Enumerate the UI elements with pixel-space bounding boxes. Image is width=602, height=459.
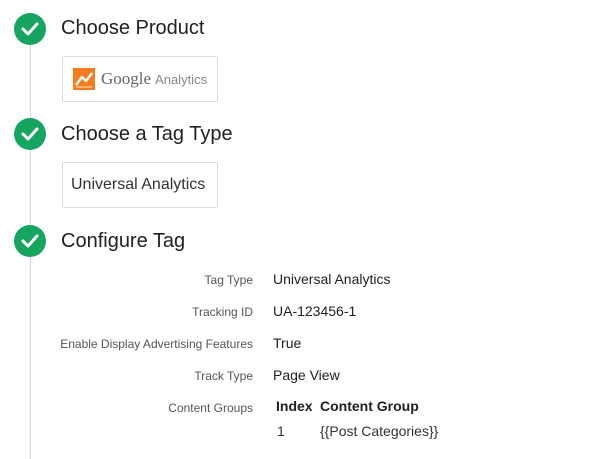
step-title[interactable]: Choose a Tag Type: [61, 123, 233, 146]
config-label: Track Type: [194, 369, 253, 383]
brand-name: Google: [101, 69, 152, 88]
config-row-tag-type: Tag Type Universal Analytics: [0, 271, 602, 291]
config-value: Universal Analytics: [273, 271, 391, 287]
config-row-display-advertising: Enable Display Advertising Features True: [0, 335, 602, 355]
step-title[interactable]: Choose Product: [61, 17, 204, 40]
google-analytics-logo: Google Analytics: [63, 68, 207, 90]
config-value: UA-123456-1: [273, 303, 357, 319]
config-label: Tag Type: [204, 273, 253, 287]
config-label: Enable Display Advertising Features: [60, 337, 253, 351]
step-title[interactable]: Configure Tag: [61, 230, 185, 253]
table-cell-index: 1: [277, 423, 285, 439]
check-icon: [14, 118, 46, 150]
config-label: Tracking ID: [192, 305, 253, 319]
tag-type-label: Universal Analytics: [71, 176, 206, 193]
tag-type-card[interactable]: Universal Analytics: [62, 162, 218, 208]
check-icon: [14, 13, 46, 45]
table-header-index: Index: [276, 398, 313, 414]
config-value: True: [273, 335, 302, 351]
config-row-track-type: Track Type Page View: [0, 367, 602, 387]
product-card[interactable]: Google Analytics: [62, 56, 218, 102]
product-name: Analytics: [155, 71, 208, 87]
config-row-tracking-id: Tracking ID UA-123456-1: [0, 303, 602, 323]
table-cell-content-group: {{Post Categories}}: [320, 423, 439, 439]
config-value: Page View: [273, 367, 340, 383]
config-label: Content Groups: [168, 401, 253, 415]
check-icon: [14, 225, 46, 257]
table-header-content-group: Content Group: [320, 398, 419, 414]
